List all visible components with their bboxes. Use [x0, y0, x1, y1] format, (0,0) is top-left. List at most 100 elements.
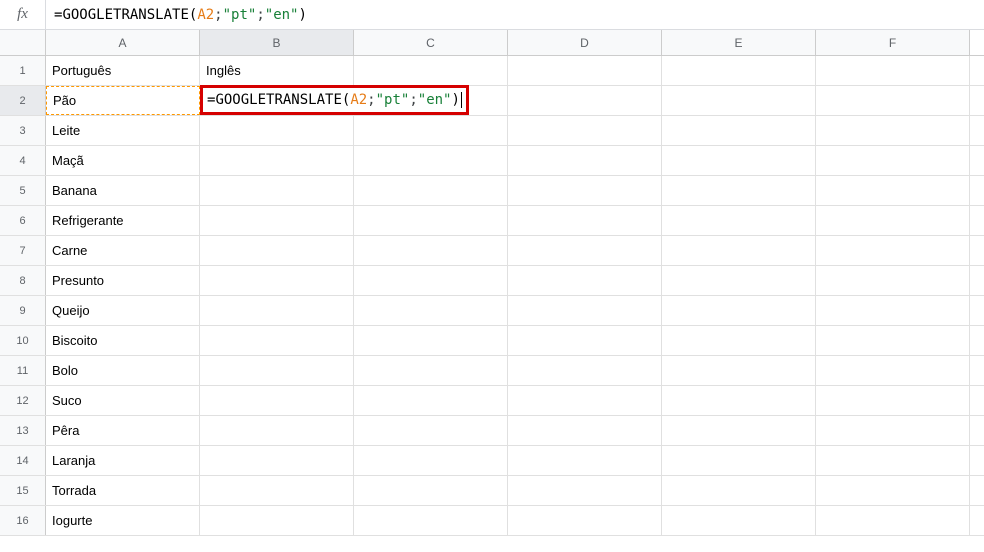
- cell-d4[interactable]: [508, 146, 662, 175]
- cell-f15[interactable]: [816, 476, 970, 505]
- cell-b16[interactable]: [200, 506, 354, 535]
- cell-d16[interactable]: [508, 506, 662, 535]
- cell-b12[interactable]: [200, 386, 354, 415]
- cell-c5[interactable]: [354, 176, 508, 205]
- cell-c11[interactable]: [354, 356, 508, 385]
- row-head-12[interactable]: 12: [0, 386, 46, 415]
- cell-f3[interactable]: [816, 116, 970, 145]
- cell-d7[interactable]: [508, 236, 662, 265]
- cell-f7[interactable]: [816, 236, 970, 265]
- cell-d1[interactable]: [508, 56, 662, 85]
- cell-d8[interactable]: [508, 266, 662, 295]
- cell-c10[interactable]: [354, 326, 508, 355]
- cell-a14[interactable]: Laranja: [46, 446, 200, 475]
- cell-a4[interactable]: Maçã: [46, 146, 200, 175]
- cell-f12[interactable]: [816, 386, 970, 415]
- cell-a16[interactable]: Iogurte: [46, 506, 200, 535]
- cell-c7[interactable]: [354, 236, 508, 265]
- select-all-corner[interactable]: [0, 30, 46, 55]
- cell-a12[interactable]: Suco: [46, 386, 200, 415]
- cell-b9[interactable]: [200, 296, 354, 325]
- row-head-16[interactable]: 16: [0, 506, 46, 535]
- row-head-1[interactable]: 1: [0, 56, 46, 85]
- row-head-6[interactable]: 6: [0, 206, 46, 235]
- cell-f1[interactable]: [816, 56, 970, 85]
- cell-f9[interactable]: [816, 296, 970, 325]
- fx-icon[interactable]: fx: [0, 0, 46, 29]
- row-head-2[interactable]: 2: [0, 86, 46, 115]
- cell-a9[interactable]: Queijo: [46, 296, 200, 325]
- cell-e5[interactable]: [662, 176, 816, 205]
- row-head-8[interactable]: 8: [0, 266, 46, 295]
- cell-c6[interactable]: [354, 206, 508, 235]
- cell-d15[interactable]: [508, 476, 662, 505]
- cell-c12[interactable]: [354, 386, 508, 415]
- cell-b10[interactable]: [200, 326, 354, 355]
- row-head-5[interactable]: 5: [0, 176, 46, 205]
- row-head-10[interactable]: 10: [0, 326, 46, 355]
- cell-a13[interactable]: Pêra: [46, 416, 200, 445]
- cell-d11[interactable]: [508, 356, 662, 385]
- cell-c3[interactable]: [354, 116, 508, 145]
- cell-e16[interactable]: [662, 506, 816, 535]
- cell-e15[interactable]: [662, 476, 816, 505]
- cell-c15[interactable]: [354, 476, 508, 505]
- cell-b5[interactable]: [200, 176, 354, 205]
- cell-d13[interactable]: [508, 416, 662, 445]
- cell-c1[interactable]: [354, 56, 508, 85]
- row-head-14[interactable]: 14: [0, 446, 46, 475]
- col-head-e[interactable]: E: [662, 30, 816, 55]
- cell-b7[interactable]: [200, 236, 354, 265]
- cell-d12[interactable]: [508, 386, 662, 415]
- cell-f6[interactable]: [816, 206, 970, 235]
- col-head-a[interactable]: A: [46, 30, 200, 55]
- cell-d9[interactable]: [508, 296, 662, 325]
- cell-b4[interactable]: [200, 146, 354, 175]
- cell-e13[interactable]: [662, 416, 816, 445]
- formula-input[interactable]: =GOOGLETRANSLATE(A2; "pt"; "en"): [46, 0, 984, 29]
- cell-e2[interactable]: [662, 86, 816, 115]
- cell-c14[interactable]: [354, 446, 508, 475]
- col-head-c[interactable]: C: [354, 30, 508, 55]
- cell-b11[interactable]: [200, 356, 354, 385]
- cell-f11[interactable]: [816, 356, 970, 385]
- cell-b15[interactable]: [200, 476, 354, 505]
- col-head-b[interactable]: B: [200, 30, 354, 55]
- cell-a8[interactable]: Presunto: [46, 266, 200, 295]
- cell-e12[interactable]: [662, 386, 816, 415]
- row-head-4[interactable]: 4: [0, 146, 46, 175]
- cell-c8[interactable]: [354, 266, 508, 295]
- cell-b13[interactable]: [200, 416, 354, 445]
- cell-f8[interactable]: [816, 266, 970, 295]
- cell-e3[interactable]: [662, 116, 816, 145]
- cell-f2[interactable]: [816, 86, 970, 115]
- cell-f5[interactable]: [816, 176, 970, 205]
- cell-d5[interactable]: [508, 176, 662, 205]
- cell-a10[interactable]: Biscoito: [46, 326, 200, 355]
- cell-f10[interactable]: [816, 326, 970, 355]
- cell-a15[interactable]: Torrada: [46, 476, 200, 505]
- cell-d2[interactable]: [508, 86, 662, 115]
- cell-a1[interactable]: Português: [46, 56, 200, 85]
- cell-b6[interactable]: [200, 206, 354, 235]
- col-head-d[interactable]: D: [508, 30, 662, 55]
- cell-editor[interactable]: =GOOGLETRANSLATE(A2; "pt"; "en"): [200, 85, 469, 115]
- row-head-11[interactable]: 11: [0, 356, 46, 385]
- cell-a6[interactable]: Refrigerante: [46, 206, 200, 235]
- cell-e10[interactable]: [662, 326, 816, 355]
- cell-f14[interactable]: [816, 446, 970, 475]
- cell-e9[interactable]: [662, 296, 816, 325]
- cell-a2[interactable]: Pão: [46, 86, 200, 115]
- cell-b1[interactable]: Inglês: [200, 56, 354, 85]
- cell-c16[interactable]: [354, 506, 508, 535]
- cell-a7[interactable]: Carne: [46, 236, 200, 265]
- cell-e8[interactable]: [662, 266, 816, 295]
- cell-a3[interactable]: Leite: [46, 116, 200, 145]
- cell-e7[interactable]: [662, 236, 816, 265]
- cell-b14[interactable]: [200, 446, 354, 475]
- cell-e14[interactable]: [662, 446, 816, 475]
- row-head-7[interactable]: 7: [0, 236, 46, 265]
- cell-b2[interactable]: =GOOGLETRANSLATE(A2; "pt"; "en"): [200, 86, 354, 115]
- cell-d10[interactable]: [508, 326, 662, 355]
- cell-a5[interactable]: Banana: [46, 176, 200, 205]
